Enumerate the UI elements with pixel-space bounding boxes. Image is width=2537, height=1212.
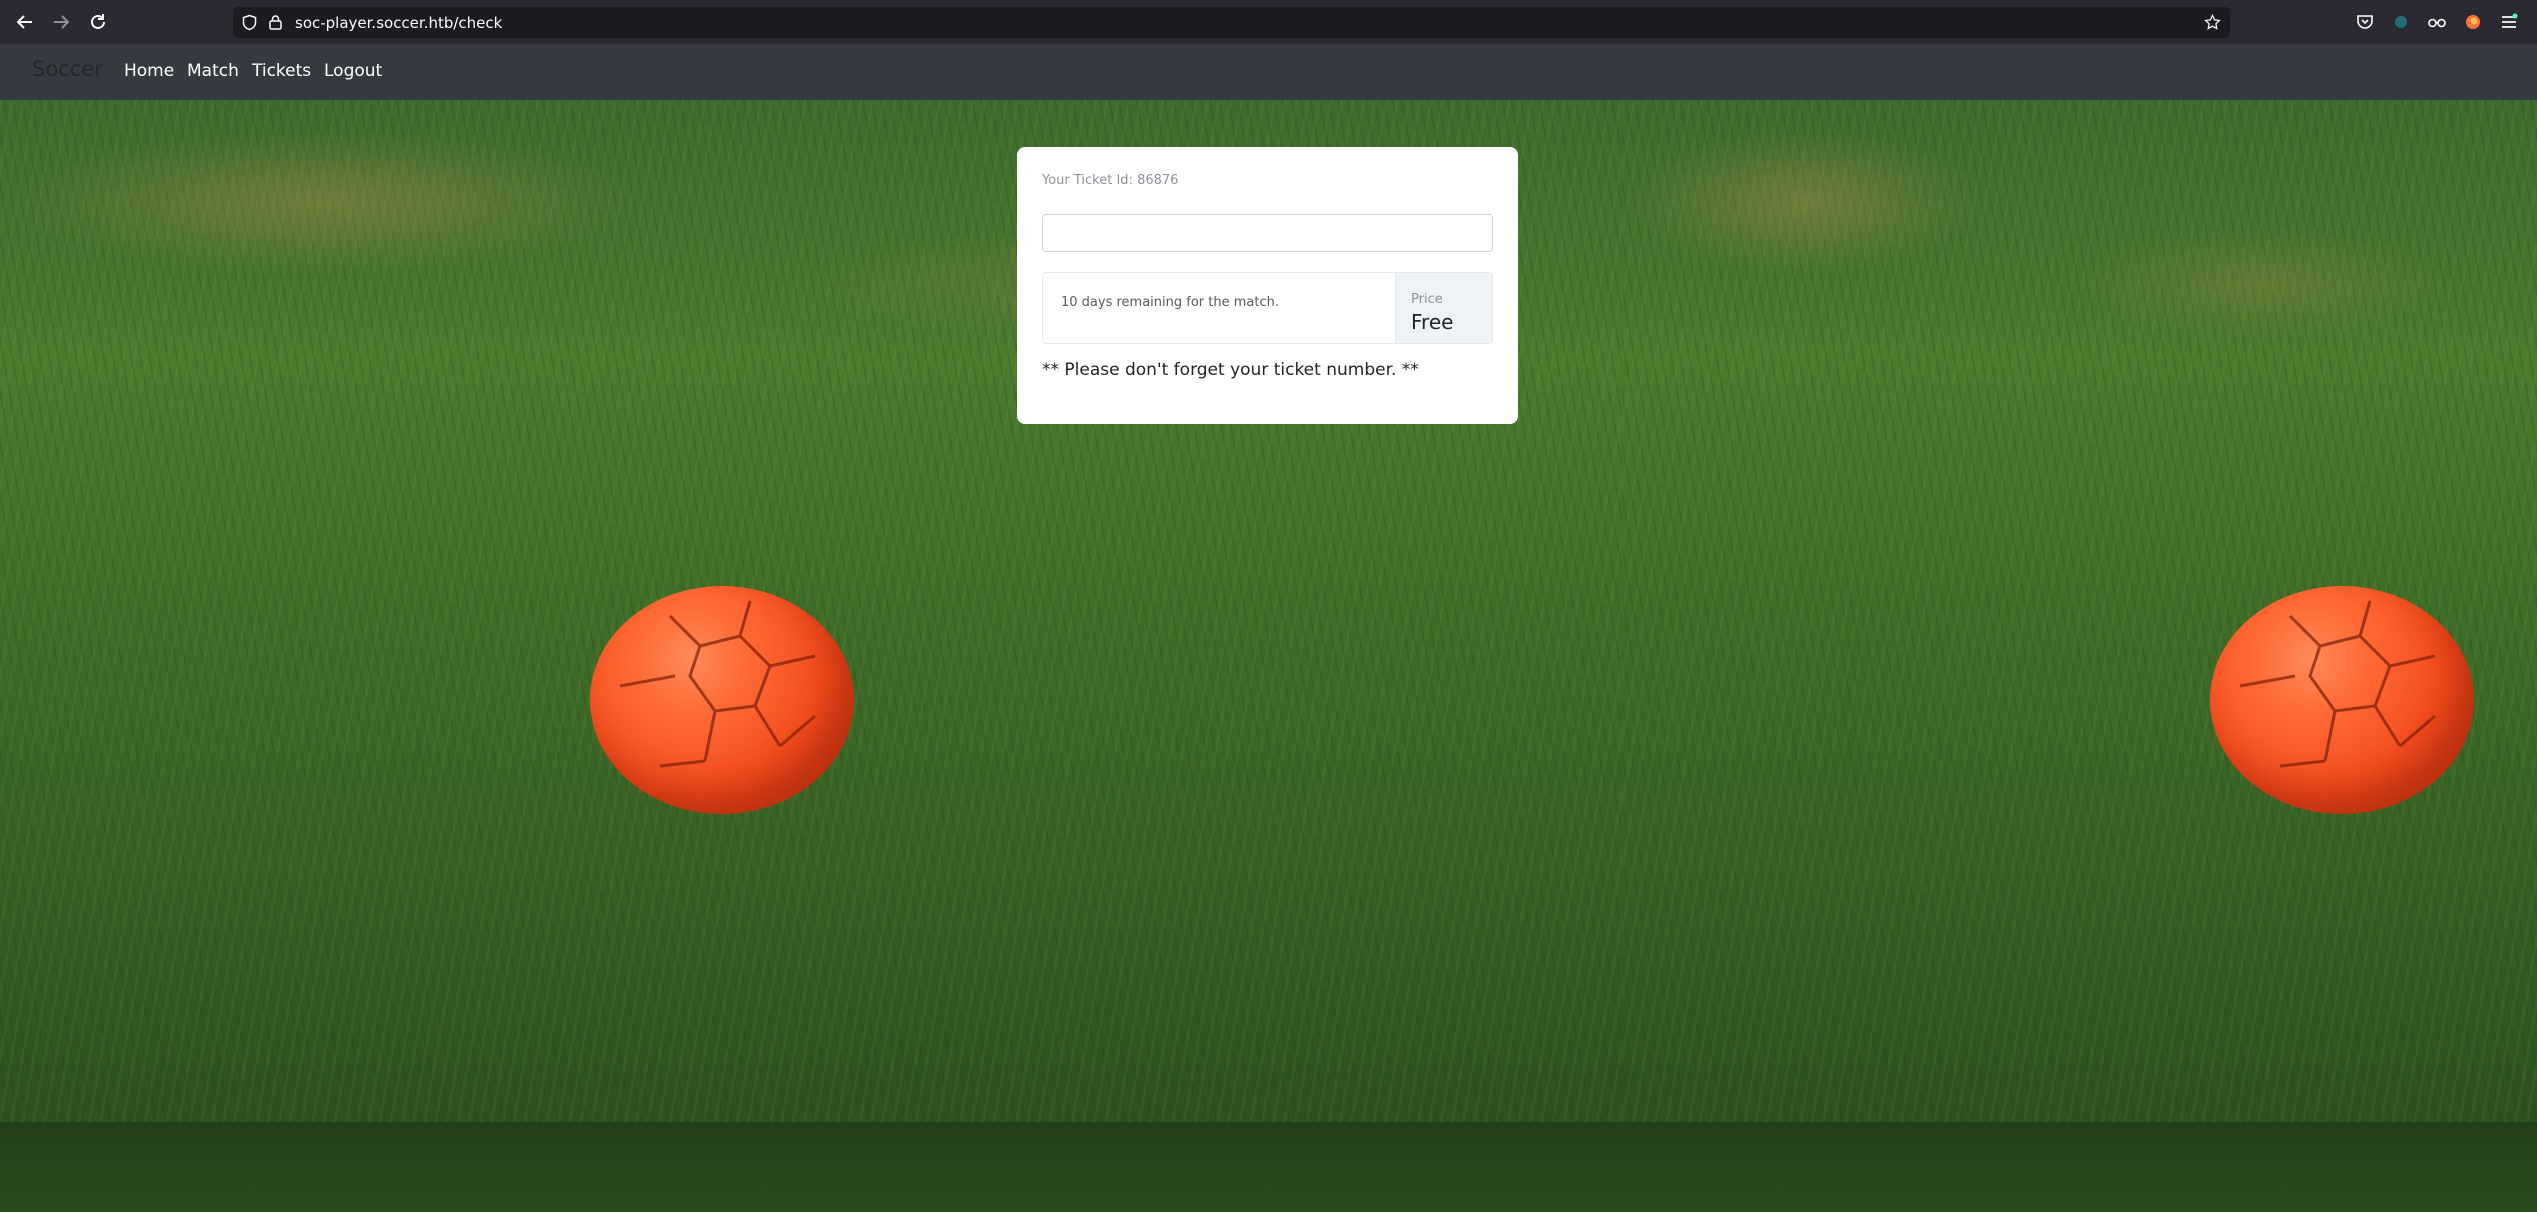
nav-link-logout[interactable]: Logout [324,61,382,81]
nav-link-tickets[interactable]: Tickets [252,61,311,81]
browser-toolbar: soc-player.soccer.htb/check [0,0,2537,44]
days-remaining-text: 10 days remaining for the match. [1061,295,1279,310]
glasses-icon[interactable] [2427,12,2447,32]
url-bar[interactable]: soc-player.soccer.htb/check [233,7,2230,38]
grass-background-tile [1622,1122,2537,1212]
firefox-icon[interactable] [2463,12,2483,32]
site-navbar: Soccer Home Match Tickets Logout [0,44,2537,100]
pocket-icon[interactable] [2355,12,2375,32]
ticket-reminder-text: ** Please don't forget your ticket numbe… [1042,360,1419,380]
bookmark-star-icon[interactable] [2204,14,2221,31]
reload-icon[interactable] [83,7,113,37]
ticket-id-label: Your Ticket Id: 86876 [1042,173,1179,188]
soccer-ball-image [590,586,854,814]
grass-background-tile [0,1122,1622,1212]
price-cell: Price Free [1395,273,1492,343]
url-text[interactable]: soc-player.soccer.htb/check [295,14,502,32]
nav-link-match[interactable]: Match [187,61,239,81]
menu-icon[interactable] [2499,12,2519,32]
extension-icon[interactable] [2391,12,2411,32]
ticket-input[interactable] [1042,214,1493,252]
forward-arrow-icon[interactable] [46,7,76,37]
shield-icon[interactable] [241,14,258,31]
back-arrow-icon[interactable] [10,7,40,37]
lock-icon[interactable] [267,14,284,31]
match-info-box: 10 days remaining for the match. Price F… [1042,272,1493,344]
soccer-ball-image [2210,586,2474,814]
price-value: Free [1411,310,1454,334]
ticket-card: Your Ticket Id: 86876 10 days remaining … [1017,147,1518,424]
price-label: Price [1411,292,1443,307]
brand-logo[interactable]: Soccer [32,57,103,81]
nav-link-home[interactable]: Home [124,61,174,81]
